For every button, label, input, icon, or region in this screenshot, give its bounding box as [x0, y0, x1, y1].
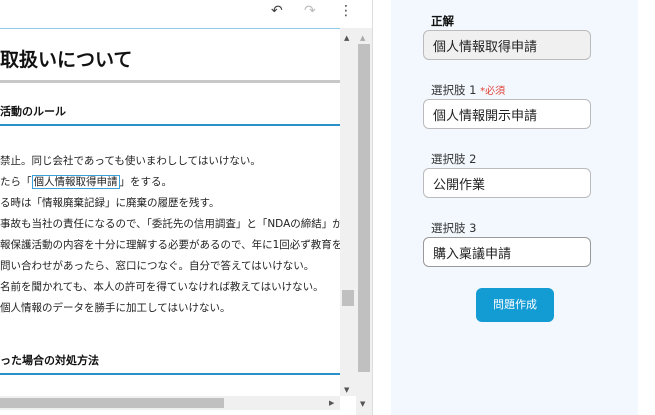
- text: たら「: [0, 176, 32, 188]
- answer-label: 正解: [431, 14, 454, 28]
- text-line: 問い合わせがあったら、窓口につなぐ。自分で答えてはいけない。: [0, 260, 315, 272]
- section-heading: った場合の対処方法: [0, 354, 99, 367]
- text-line: 禁止。同じ会社であっても使いまわししてはいけない。: [0, 155, 261, 167]
- choice1-label: 選択肢 1 *必須: [431, 82, 505, 98]
- scroll-down-icon[interactable]: ▼: [360, 400, 365, 408]
- text-line: る時は「情報廃棄記録」に廃棄の履歴を残す。: [0, 197, 220, 209]
- required-badge: *必須: [480, 86, 506, 97]
- scroll-right-icon[interactable]: ▶: [329, 399, 334, 407]
- scroll-thumb[interactable]: [342, 290, 354, 306]
- scroll-up-icon[interactable]: ▲: [360, 34, 365, 42]
- redo-icon[interactable]: ↷: [304, 3, 316, 19]
- choice2-field[interactable]: [423, 168, 591, 198]
- text-line: 報保護活動の内容を十分に理解する必要があるので、年に1回必ず教育を受: [0, 239, 340, 251]
- text-line: 事故も当社の責任になるので、「委託先の信用調査」と「NDAの締結」が: [0, 218, 340, 230]
- choice2-label: 選択肢 2: [431, 152, 477, 166]
- scroll-down-icon[interactable]: ▼: [344, 386, 349, 394]
- outer-vertical-scrollbar[interactable]: ▲ ▼: [356, 28, 372, 415]
- divider: [0, 373, 340, 375]
- inner-vertical-scrollbar[interactable]: ▲ ▼: [340, 28, 356, 396]
- divider: [0, 80, 340, 83]
- divider: [0, 124, 340, 126]
- editor-toolbar: ↶ ↷ ⋮: [0, 0, 372, 28]
- highlighted-answer: 個人情報取得申請: [31, 175, 120, 189]
- choice3-field[interactable]: [423, 237, 591, 267]
- section-heading: 活動のルール: [0, 105, 66, 118]
- undo-icon[interactable]: ↶: [271, 3, 283, 19]
- text-line: たら「 個人情報取得申請 」をする。: [0, 174, 172, 189]
- text: 」をする。: [119, 176, 173, 188]
- label-text: 選択肢 1: [431, 83, 477, 97]
- scroll-up-icon[interactable]: ▲: [344, 34, 349, 42]
- text-line: 個人情報のデータを勝手に加工してはいけない。: [0, 302, 231, 314]
- question-form: 正解 選択肢 1 *必須 選択肢 2 選択肢 3 問題作成: [391, 0, 638, 415]
- document-title: 取扱いについて: [0, 49, 133, 71]
- document-content[interactable]: 取扱いについて 活動のルール 禁止。同じ会社であっても使いまわししてはいけない。…: [0, 28, 340, 396]
- scroll-thumb[interactable]: [358, 44, 370, 372]
- answer-field[interactable]: [423, 30, 591, 60]
- text-line: 名前を聞かれても、本人の許可を得ていなければ教えてはいけない。: [0, 281, 324, 293]
- more-menu-icon[interactable]: ⋮: [339, 3, 353, 19]
- editor-pane: ↶ ↷ ⋮ 取扱いについて 活動のルール 禁止。同じ会社であっても使いまわしして…: [0, 0, 373, 415]
- scroll-thumb[interactable]: [0, 398, 224, 408]
- horizontal-scrollbar[interactable]: ▶: [0, 396, 340, 410]
- create-question-button[interactable]: 問題作成: [476, 288, 554, 322]
- choice3-label: 選択肢 3: [431, 221, 477, 235]
- choice1-field[interactable]: [423, 99, 591, 129]
